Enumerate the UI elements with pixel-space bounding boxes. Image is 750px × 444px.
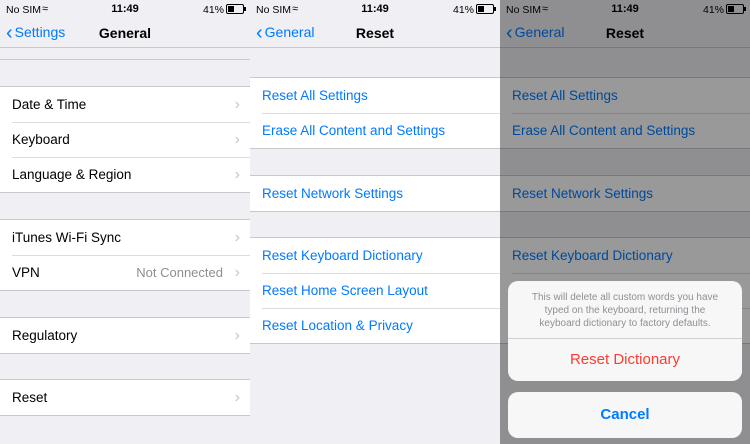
- row-itunes-wifi-sync[interactable]: iTunes Wi-Fi Sync ›: [0, 220, 250, 255]
- row-label: Regulatory: [12, 328, 78, 343]
- misc-reset-group: Reset Keyboard Dictionary Reset Home Scr…: [250, 237, 500, 344]
- nav-bar: ‹ Settings General: [0, 20, 250, 47]
- row-label: Keyboard: [12, 132, 70, 147]
- datetime-group: Date & Time › Keyboard › Language & Region…: [0, 86, 250, 193]
- row-label: Reset: [12, 390, 48, 405]
- reset-keyboard-dictionary-button[interactable]: Reset Keyboard Dictionary: [250, 238, 500, 273]
- reset-settings-group: Reset All Settings Erase All Content and…: [250, 77, 500, 149]
- row-date-time[interactable]: Date & Time ›: [0, 87, 250, 122]
- nav-bar: ‹ General Reset: [250, 20, 500, 47]
- row-language-region[interactable]: Language & Region ›: [0, 157, 250, 192]
- chevron-right-icon: ›: [234, 264, 240, 281]
- reset-location-privacy-button[interactable]: Reset Location & Privacy: [250, 308, 500, 343]
- reset-network-button[interactable]: Reset Network Settings: [250, 176, 500, 211]
- battery-icon: [476, 4, 496, 14]
- cancel-sheet: Cancel: [508, 392, 742, 438]
- row-label: Date & Time: [12, 97, 87, 112]
- reset-dictionary-button[interactable]: Reset Dictionary: [508, 339, 742, 381]
- row-regulatory[interactable]: Regulatory ›: [0, 318, 250, 353]
- reset-all-settings-button[interactable]: Reset All Settings: [250, 78, 500, 113]
- battery-percent: 41%: [202, 4, 224, 16]
- chevron-right-icon: ›: [234, 166, 240, 183]
- row-keyboard[interactable]: Keyboard ›: [0, 122, 250, 157]
- cancel-button[interactable]: Cancel: [508, 392, 742, 438]
- row-label: Language & Region: [12, 167, 132, 182]
- reset-action-sheet-screen: No SIM ≈ 11:49 41% ‹ General Reset Reset …: [500, 0, 750, 444]
- battery-icon: [226, 4, 246, 14]
- row-label: VPN: [12, 265, 40, 280]
- erase-all-button[interactable]: Erase All Content and Settings: [250, 113, 500, 148]
- chevron-right-icon: ›: [234, 96, 240, 113]
- action-sheet-message: This will delete all custom words you ha…: [531, 292, 719, 329]
- action-sheet: This will delete all custom words you ha…: [508, 281, 742, 381]
- page-title: Reset: [355, 25, 395, 41]
- vpn-status: Not Connected: [136, 265, 223, 280]
- row-reset[interactable]: Reset ›: [0, 380, 250, 415]
- sync-group: iTunes Wi-Fi Sync › VPN Not Connected ›: [0, 219, 250, 291]
- reset-screen: No SIM ≈ 11:49 41% ‹ General Reset Reset …: [250, 0, 500, 444]
- regulatory-group: Regulatory ›: [0, 317, 250, 354]
- chevron-right-icon: ›: [234, 229, 240, 246]
- page-title: General: [98, 25, 152, 41]
- status-bar: No SIM ≈ 11:49 41%: [250, 0, 500, 20]
- general-screen: No SIM ≈ 11:49 41% ‹ Settings General Dat…: [0, 0, 250, 444]
- row-vpn[interactable]: VPN Not Connected ›: [0, 255, 250, 290]
- status-bar: No SIM ≈ 11:49 41%: [0, 0, 250, 20]
- chevron-right-icon: ›: [234, 327, 240, 344]
- chevron-right-icon: ›: [234, 131, 240, 148]
- reset-group: Reset ›: [0, 379, 250, 416]
- battery-percent: 41%: [452, 4, 474, 16]
- network-group: Reset Network Settings: [250, 175, 500, 212]
- row-label: iTunes Wi-Fi Sync: [12, 230, 122, 245]
- chevron-right-icon: ›: [234, 389, 240, 406]
- reset-home-screen-button[interactable]: Reset Home Screen Layout: [250, 273, 500, 308]
